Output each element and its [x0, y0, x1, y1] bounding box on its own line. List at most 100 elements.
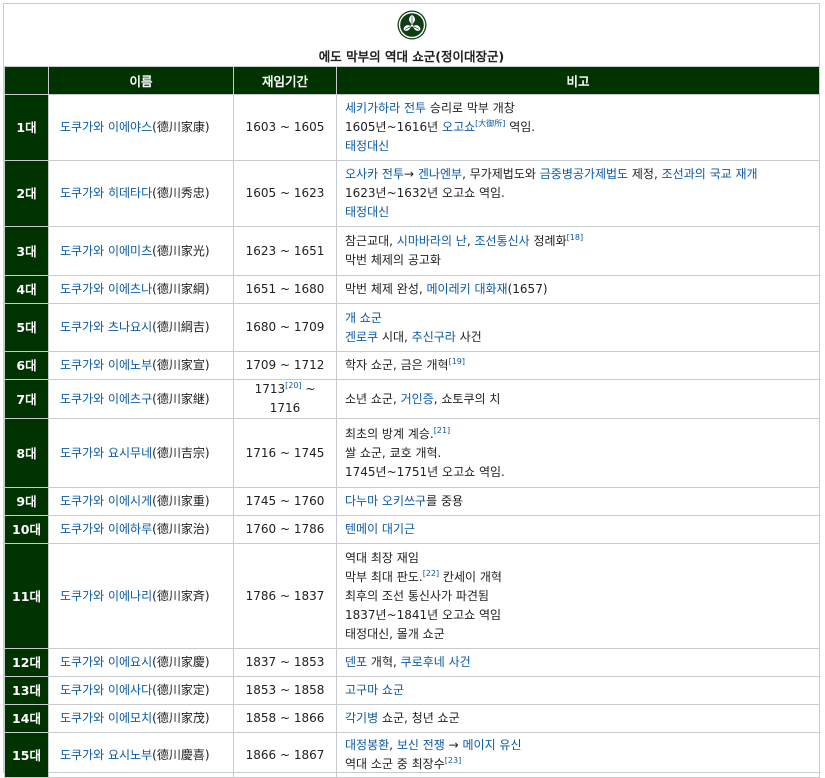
generation-cell: 11대: [4, 543, 49, 649]
note-link[interactable]: 대정봉환: [345, 738, 389, 752]
shogun-name-link[interactable]: 도쿠가와 이에츠구: [60, 392, 152, 406]
period-end: 1858: [293, 683, 325, 697]
note-line: 소년 쇼군, 거인증, 쇼토쿠의 치: [345, 390, 811, 409]
footnote-ref[interactable]: [大御所]: [475, 119, 505, 128]
note-link[interactable]: 개 쇼군: [345, 311, 382, 325]
note-link[interactable]: 각기병: [345, 711, 378, 725]
footnote-ref[interactable]: [23]: [445, 756, 461, 765]
note-link[interactable]: 오고쇼: [442, 120, 475, 134]
period-separator: ~: [276, 683, 294, 697]
shogun-name-link[interactable]: 도쿠가와 이에야스: [60, 120, 152, 134]
note-line: 최초의 방계 계승.[21]: [345, 425, 811, 444]
footnote-ref[interactable]: [19]: [449, 357, 465, 366]
shogun-name-link[interactable]: 도쿠가와 히데타다: [60, 186, 152, 200]
note-link[interactable]: 고구마 쇼군: [345, 683, 404, 697]
shogun-name-link[interactable]: 도쿠가와 이에츠나: [60, 282, 152, 296]
shogun-name-link[interactable]: 도쿠가와 요시노부: [60, 748, 152, 762]
shogun-name-link[interactable]: 도쿠가와 이에미츠: [60, 244, 152, 258]
period-cell: 1837 ~ 1853: [233, 648, 337, 677]
note-link[interactable]: 보신 전쟁: [397, 738, 445, 752]
footnote-ref[interactable]: [21]: [434, 426, 450, 435]
shogun-name-link[interactable]: 도쿠가와 이에시게: [60, 494, 152, 508]
note-link[interactable]: 태정대신: [345, 205, 389, 219]
shogun-name-link[interactable]: 도쿠가와 이에노부: [60, 358, 152, 372]
note-text: 를 중용: [426, 494, 464, 508]
note-link[interactable]: 다누마 오키쓰구: [345, 494, 426, 508]
shogun-name-link[interactable]: 도쿠가와 이에나리: [60, 589, 152, 603]
note-text: (1657): [507, 282, 548, 296]
period-start: 1651: [245, 282, 277, 296]
note-line: 각기병 쇼군, 청년 쇼군: [345, 709, 811, 728]
name-cell: 도쿠가와 요시무네(德川吉宗): [48, 418, 234, 488]
note-link[interactable]: 덴포: [345, 655, 367, 669]
shogun-name-link[interactable]: 도쿠가와 츠나요시: [60, 320, 152, 334]
note-link[interactable]: 추신구라: [412, 330, 456, 344]
note-link[interactable]: 조선통신사: [475, 234, 530, 248]
note-line: 막번 체제의 공고화: [345, 251, 811, 270]
shogun-name-link[interactable]: 도쿠가와 요시무네: [60, 446, 152, 460]
note-line: 최후의 조선 통신사가 파견됨: [345, 587, 811, 606]
period-end: 1837: [293, 588, 325, 603]
note-line: 텐메이 대기근: [345, 520, 811, 539]
shogun-name-link[interactable]: 도쿠가와 이에모치: [60, 711, 152, 725]
period-end: 1716: [269, 401, 301, 415]
generation-cell: 2대: [4, 160, 49, 227]
note-link[interactable]: 겐로쿠: [345, 330, 378, 344]
notes-cell: 소년 쇼군, 거인증, 쇼토쿠의 치: [336, 379, 820, 419]
note-link[interactable]: 텐메이 대기근: [345, 522, 415, 536]
name-cell: 도쿠가와 이에요시(德川家慶): [48, 648, 234, 677]
period-separator: ~: [276, 494, 294, 508]
note-text: 참근교대,: [345, 234, 397, 248]
period-cell: 1651 ~ 1680: [233, 275, 337, 304]
note-text: 1837년~1841년 오고쇼 역임: [345, 607, 502, 622]
shogun-name-link[interactable]: 도쿠가와 이에하루: [60, 522, 152, 536]
period-cell: 1709 ~ 1712: [233, 351, 337, 380]
note-link[interactable]: 금중병공가제법도: [540, 167, 628, 181]
notes-cell: 참근교대, 시마바라의 난, 조선통신사 정례화[18] 막번 체제의 공고화: [336, 226, 820, 276]
period-cell: 1786 ~ 1837: [233, 543, 337, 649]
footnote-ref[interactable]: [20]: [285, 381, 301, 390]
table-row: 3대 도쿠가와 이에미츠(德川家光) 1623 ~ 1651 참근교대, 시마바라의 …: [4, 226, 820, 276]
header-row: 이름 재임기간 비고: [4, 66, 820, 95]
shogun-name-link[interactable]: 도쿠가와 이에요시: [60, 655, 152, 669]
period-start: 1866: [245, 747, 277, 762]
note-line: 고구마 쇼군: [345, 681, 811, 700]
note-text: ,: [466, 234, 475, 248]
note-link[interactable]: 메이레키 대화재: [427, 282, 508, 296]
table-row: 9대 도쿠가와 이에시게(德川家重) 1745 ~ 1760 다누마 오키쓰구를 중용: [4, 487, 820, 516]
note-link[interactable]: 시마바라의 난: [397, 234, 467, 248]
shogun-name-kanji: (德川家斉): [152, 588, 210, 603]
period-cell: 1603 ~ 1605: [233, 94, 337, 161]
note-link[interactable]: 세키가하라 전투: [345, 101, 426, 115]
note-text: 막번 체제의 공고화: [345, 253, 441, 267]
note-link[interactable]: 오사카 전투: [345, 167, 404, 181]
note-link[interactable]: 쿠로후네 사건: [401, 655, 471, 669]
generation-cell: 9대: [4, 487, 49, 516]
note-link[interactable]: 태정대신: [345, 139, 389, 153]
footnote-ref[interactable]: [22]: [423, 569, 439, 578]
notes-cell: 최초의 방계 계승.[21] 쌀 쇼군, 쿄호 개혁. 1745년~1751년 오고…: [336, 418, 820, 488]
note-text: 막부 최대 판도.: [345, 569, 423, 584]
footnote-ref[interactable]: [18]: [567, 233, 583, 242]
note-text: 막번 체제 완성,: [345, 282, 427, 296]
note-link[interactable]: 겐나엔부: [418, 167, 462, 181]
table-row: 6대 도쿠가와 이에노부(德川家宣) 1709 ~ 1712 학자 쇼군, 금은 개혁…: [4, 351, 820, 380]
period-start: 1760: [245, 522, 277, 536]
period-separator: ~: [276, 445, 294, 460]
period-separator: ~: [276, 320, 294, 334]
period-separator: ~: [276, 711, 294, 725]
period-start: 1858: [245, 711, 277, 725]
notes-cell: 세키가하라 전투 승리로 막부 개창 1605년~1616년 오고쇼[大御所] 역…: [336, 94, 820, 161]
period-start: 1603: [245, 120, 277, 134]
period-separator: ~: [276, 588, 294, 603]
note-link[interactable]: 거인증: [401, 392, 434, 406]
note-link[interactable]: 메이지 유신: [462, 738, 521, 752]
note-link[interactable]: 조선과의 국교 재개: [662, 167, 758, 181]
period-cell: 1680 ~ 1709: [233, 303, 337, 352]
note-line: 오사카 전투→ 겐나엔부, 무가제법도와 금중병공가제법도 제정, 조선과의 국…: [345, 165, 811, 184]
shogun-name-link[interactable]: 도쿠가와 이에사다: [60, 683, 152, 697]
generation-cell: 5대: [4, 303, 49, 352]
note-line: 참근교대, 시마바라의 난, 조선통신사 정례화[18]: [345, 232, 811, 251]
period-start: 1623: [245, 243, 277, 258]
generation-cell: 15대: [4, 732, 49, 778]
